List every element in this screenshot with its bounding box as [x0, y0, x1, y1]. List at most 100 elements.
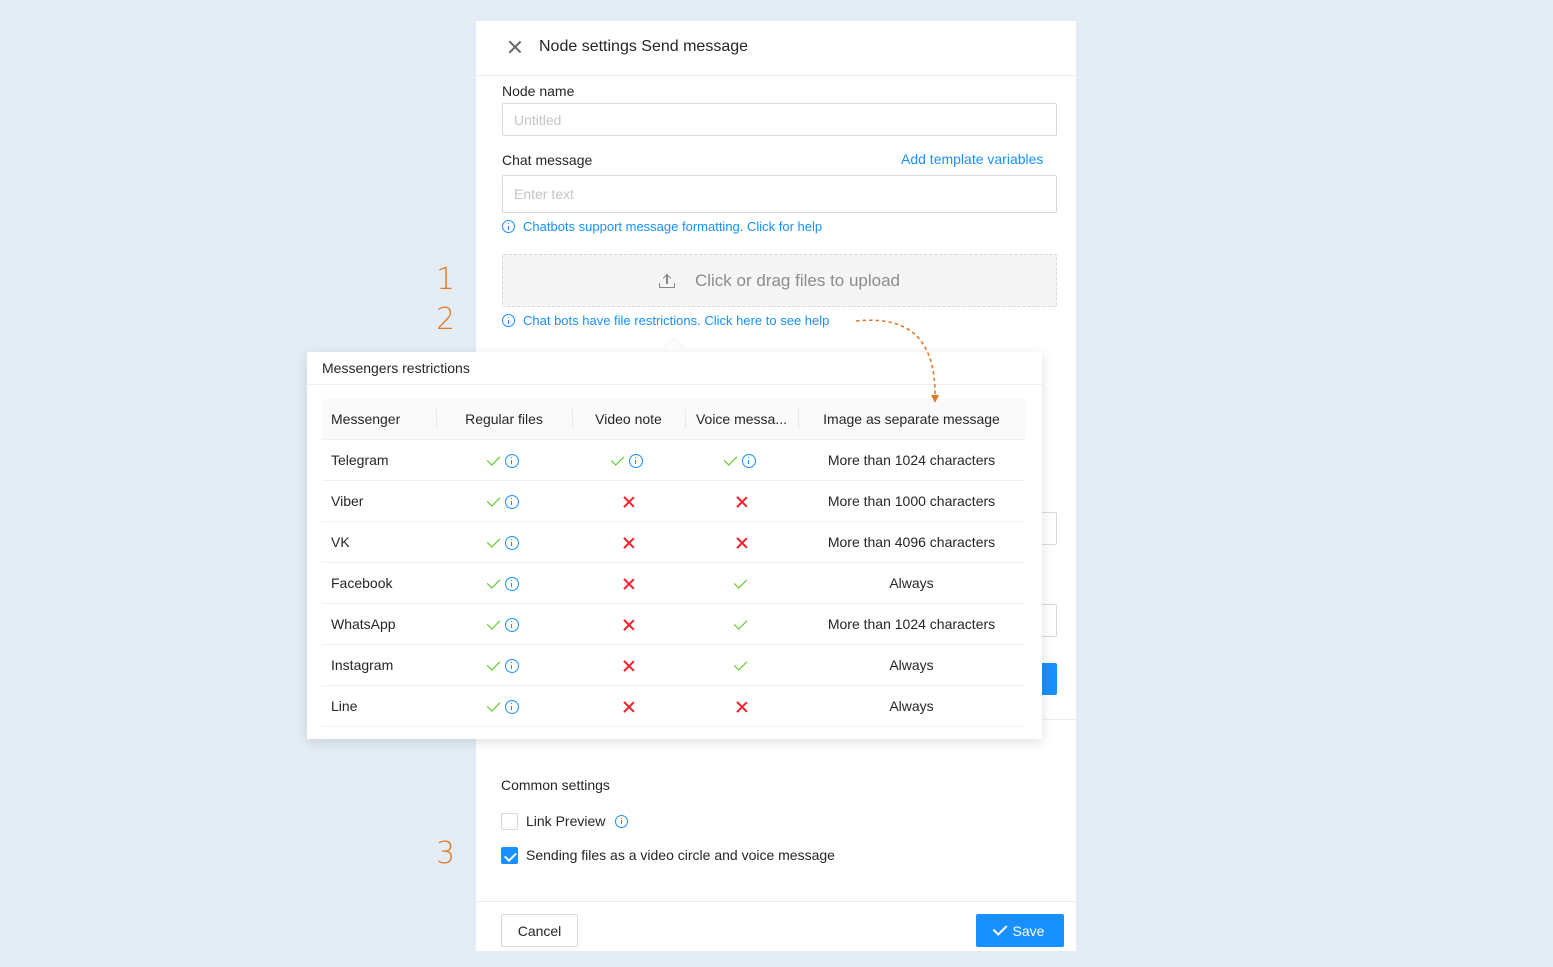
- check-icon: [486, 656, 500, 671]
- regular-files-cell: [436, 521, 572, 563]
- info-icon[interactable]: [504, 658, 519, 673]
- table-row: Line Always: [322, 685, 1025, 727]
- node-name-input[interactable]: [502, 103, 1057, 136]
- regular-files-cell: [436, 439, 572, 481]
- info-icon[interactable]: [504, 494, 519, 509]
- regular-files-cell: [436, 480, 572, 522]
- restrictions-table: Messenger Regular files Video note Voice…: [322, 399, 1025, 727]
- table-row: WhatsApp More than 1024 characters: [322, 603, 1025, 645]
- add-template-variables-link[interactable]: Add template variables: [901, 151, 1043, 167]
- voice-message-header-text: Voice messa...: [695, 411, 788, 428]
- send-files-video-voice-label: Sending files as a video circle and voic…: [526, 847, 835, 863]
- check-icon: [486, 492, 500, 507]
- annotation-marker-2: 2: [436, 302, 456, 337]
- link-preview-checkbox[interactable]: [501, 813, 518, 830]
- image-separate-cell: More than 1024 characters: [798, 603, 1025, 645]
- node-name-label: Node name: [502, 83, 575, 99]
- table-row: Instagram Always: [322, 644, 1025, 686]
- cross-icon: [736, 701, 748, 713]
- regular-files-cell: [436, 603, 572, 645]
- info-icon[interactable]: [629, 453, 643, 468]
- column-header-messenger: Messenger: [322, 399, 436, 440]
- annotation-marker-3: 3: [436, 836, 456, 871]
- divider: [1042, 719, 1076, 720]
- info-icon[interactable]: [615, 814, 629, 828]
- info-icon[interactable]: [504, 453, 519, 468]
- column-header-voice-message: Voice messa...: [685, 399, 798, 440]
- check-icon: [486, 615, 500, 630]
- file-restrictions-help-text: Chat bots have file restrictions. Click …: [523, 313, 830, 328]
- voice-message-cell: [685, 480, 798, 522]
- save-button[interactable]: Save: [976, 914, 1064, 947]
- upload-icon: [658, 273, 675, 288]
- column-header-image-separate: Image as separate message: [798, 399, 1025, 440]
- messenger-name: Instagram: [322, 644, 436, 686]
- video-note-cell: [572, 644, 685, 686]
- link-preview-label: Link Preview: [526, 813, 629, 829]
- check-icon: [733, 657, 748, 671]
- image-separate-cell: Always: [798, 562, 1025, 604]
- regular-files-cell: [436, 562, 572, 604]
- image-separate-cell: More than 4096 characters: [798, 521, 1025, 563]
- cross-icon: [623, 537, 635, 549]
- video-note-cell: [572, 521, 685, 563]
- info-icon[interactable]: [504, 617, 519, 632]
- messengers-restrictions-popover: Messengers restrictions Messenger Regula…: [307, 352, 1042, 739]
- check-icon: [723, 451, 738, 466]
- check-icon: [610, 451, 625, 466]
- formatting-help-text: Chatbots support message formatting. Cli…: [523, 219, 823, 234]
- link-preview-text: Link Preview: [526, 813, 606, 829]
- messenger-name: Facebook: [322, 562, 436, 604]
- column-header-video-note: Video note: [572, 399, 685, 440]
- messenger-name: WhatsApp: [322, 603, 436, 645]
- check-icon: [486, 533, 500, 548]
- file-restrictions-help-link[interactable]: Chat bots have file restrictions. Click …: [502, 313, 829, 328]
- voice-message-cell: [685, 439, 798, 481]
- messenger-name: Viber: [322, 480, 436, 522]
- cross-icon: [623, 496, 635, 508]
- popover-title: Messengers restrictions: [307, 352, 1042, 385]
- check-icon: [486, 451, 500, 466]
- panel-title: Node settings Send message: [539, 38, 749, 55]
- cross-icon: [623, 578, 635, 590]
- save-button-label: Save: [1012, 922, 1045, 939]
- common-settings-title: Common settings: [501, 777, 610, 793]
- messenger-name: VK: [322, 521, 436, 563]
- check-icon: [486, 697, 500, 712]
- image-separate-cell: More than 1024 characters: [798, 439, 1025, 481]
- panel-header: Node settings Send message: [476, 21, 1076, 76]
- chat-message-label: Chat message: [502, 152, 593, 168]
- info-icon[interactable]: [504, 699, 519, 714]
- file-upload-dropzone[interactable]: Click or drag files to upload: [502, 254, 1057, 307]
- info-icon: [502, 314, 515, 327]
- info-icon[interactable]: [504, 535, 519, 550]
- close-icon[interactable]: [506, 38, 524, 56]
- video-note-cell: [572, 480, 685, 522]
- info-icon[interactable]: [742, 453, 756, 468]
- panel-footer: Cancel Save: [476, 901, 1076, 951]
- image-separate-cell: Always: [798, 644, 1025, 686]
- video-note-cell: [572, 439, 685, 481]
- table-header-row: Messenger Regular files Video note Voice…: [322, 399, 1025, 440]
- table-row: Viber More than 1000 characters: [322, 480, 1025, 522]
- regular-files-cell: [436, 685, 572, 727]
- cancel-button[interactable]: Cancel: [501, 914, 578, 947]
- cross-icon: [623, 660, 635, 672]
- check-icon: [733, 616, 748, 630]
- table-row: VK More than 4096 characters: [322, 521, 1025, 563]
- annotation-marker-1: 1: [436, 262, 456, 297]
- formatting-help-link[interactable]: Chatbots support message formatting. Cli…: [502, 219, 822, 234]
- info-icon[interactable]: [504, 576, 519, 591]
- voice-message-cell: [685, 685, 798, 727]
- regular-files-cell: [436, 644, 572, 686]
- chat-message-input[interactable]: [502, 175, 1057, 213]
- send-files-video-voice-checkbox[interactable]: [501, 847, 518, 864]
- table-row: Telegram More than 1024 characters: [322, 439, 1025, 481]
- check-icon: [733, 575, 748, 589]
- voice-message-cell: [685, 521, 798, 563]
- table-row: Facebook Always: [322, 562, 1025, 604]
- messenger-name: Line: [322, 685, 436, 727]
- info-icon: [502, 220, 515, 233]
- voice-message-cell: [685, 562, 798, 604]
- video-note-cell: [572, 562, 685, 604]
